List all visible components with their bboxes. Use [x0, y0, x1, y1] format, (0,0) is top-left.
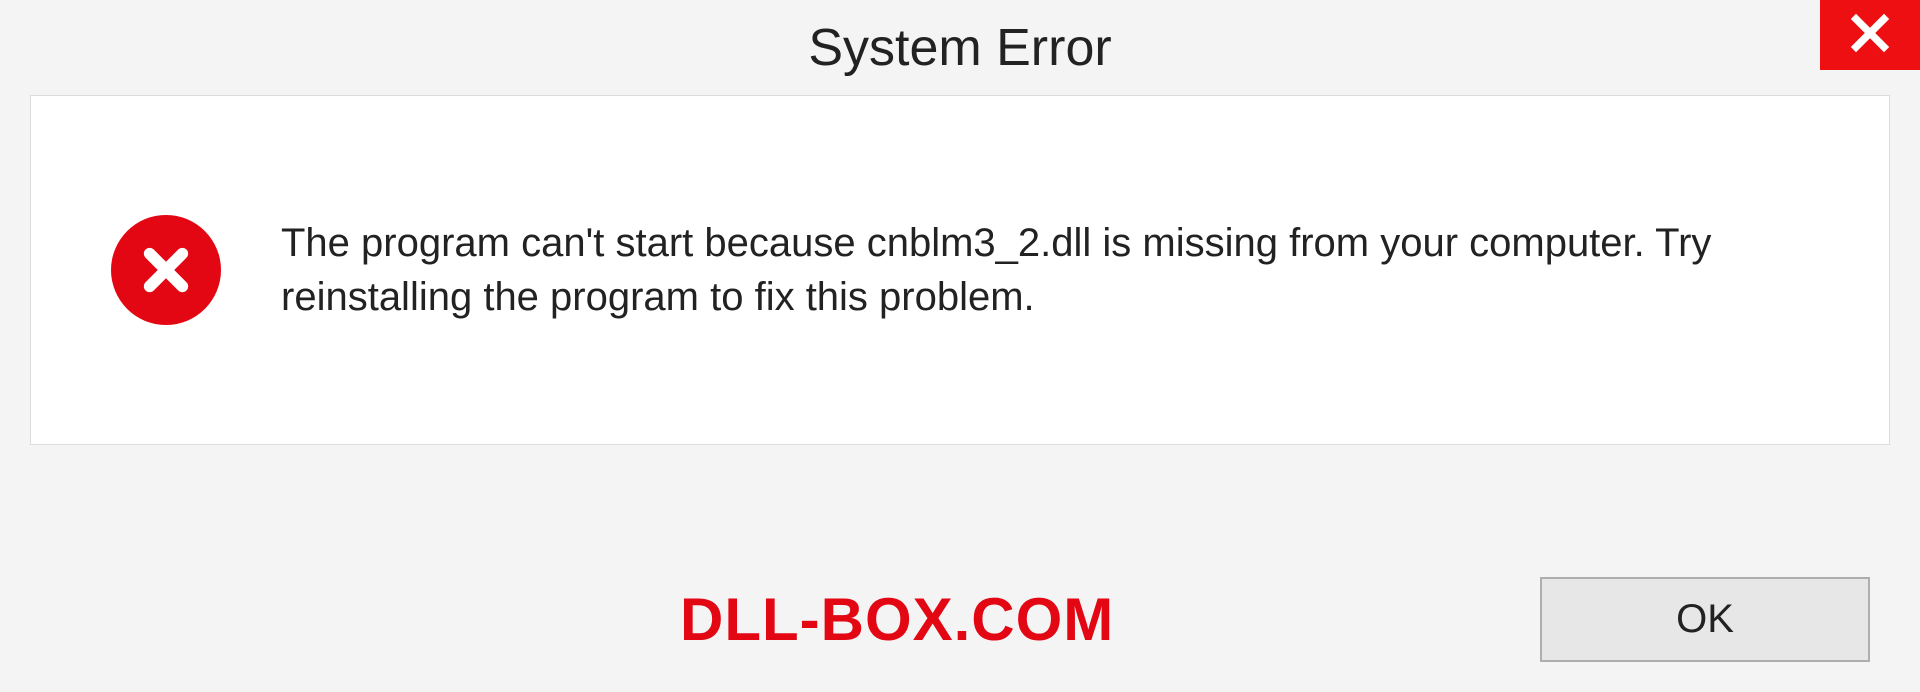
content-panel: The program can't start because cnblm3_2…	[30, 95, 1890, 445]
close-button[interactable]	[1820, 0, 1920, 70]
dialog-title: System Error	[808, 18, 1111, 78]
watermark-text: DLL-BOX.COM	[680, 585, 1114, 654]
title-bar: System Error	[0, 0, 1920, 95]
close-icon	[1849, 12, 1891, 59]
footer: DLL-BOX.COM OK	[0, 577, 1920, 662]
error-message: The program can't start because cnblm3_2…	[281, 216, 1849, 324]
error-icon	[111, 215, 221, 325]
ok-button[interactable]: OK	[1540, 577, 1870, 662]
